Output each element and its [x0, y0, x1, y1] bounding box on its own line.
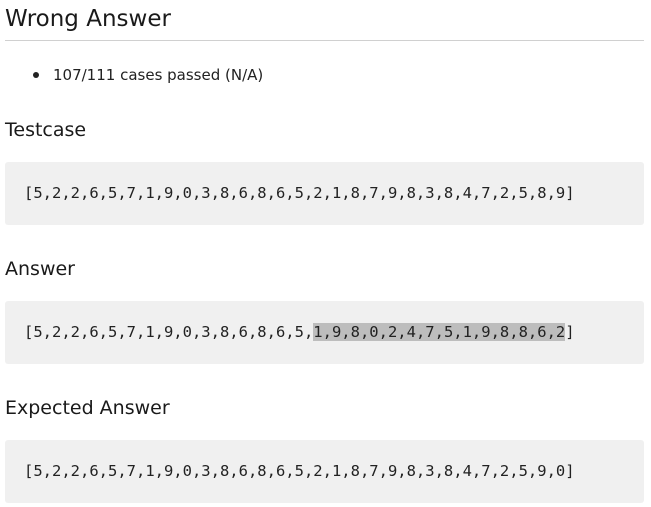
list-item: 107/111 cases passed (N/A) — [0, 64, 263, 86]
expected-answer-code-block: [5,2,2,6,5,7,1,9,0,3,8,6,8,6,5,2,1,8,7,9… — [5, 440, 644, 503]
title-divider — [5, 40, 644, 41]
testcase-heading: Testcase — [5, 119, 87, 141]
bullet-icon — [33, 72, 39, 78]
answer-value-prefix: [5,2,2,6,5,7,1,9,0,3,8,6,8,6,5, — [24, 323, 314, 341]
testcase-value: [5,2,2,6,5,7,1,9,0,3,8,6,8,6,5,2,1,8,7,9… — [24, 184, 575, 202]
page-title: Wrong Answer — [5, 6, 171, 32]
expected-answer-heading: Expected Answer — [5, 397, 170, 419]
expected-answer-value: [5,2,2,6,5,7,1,9,0,3,8,6,8,6,5,2,1,8,7,9… — [24, 462, 575, 480]
status-list: 107/111 cases passed (N/A) — [0, 64, 263, 86]
answer-heading: Answer — [5, 258, 75, 280]
cases-passed-text: 107/111 cases passed (N/A) — [53, 66, 264, 84]
answer-code-block: [5,2,2,6,5,7,1,9,0,3,8,6,8,6,5,1,9,8,0,2… — [5, 301, 644, 364]
answer-diff-highlight: 1,9,8,0,2,4,7,5,1,9,8,8,6,2 — [313, 323, 566, 341]
testcase-code-block: [5,2,2,6,5,7,1,9,0,3,8,6,8,6,5,2,1,8,7,9… — [5, 162, 644, 225]
answer-value-suffix: ] — [565, 323, 575, 341]
